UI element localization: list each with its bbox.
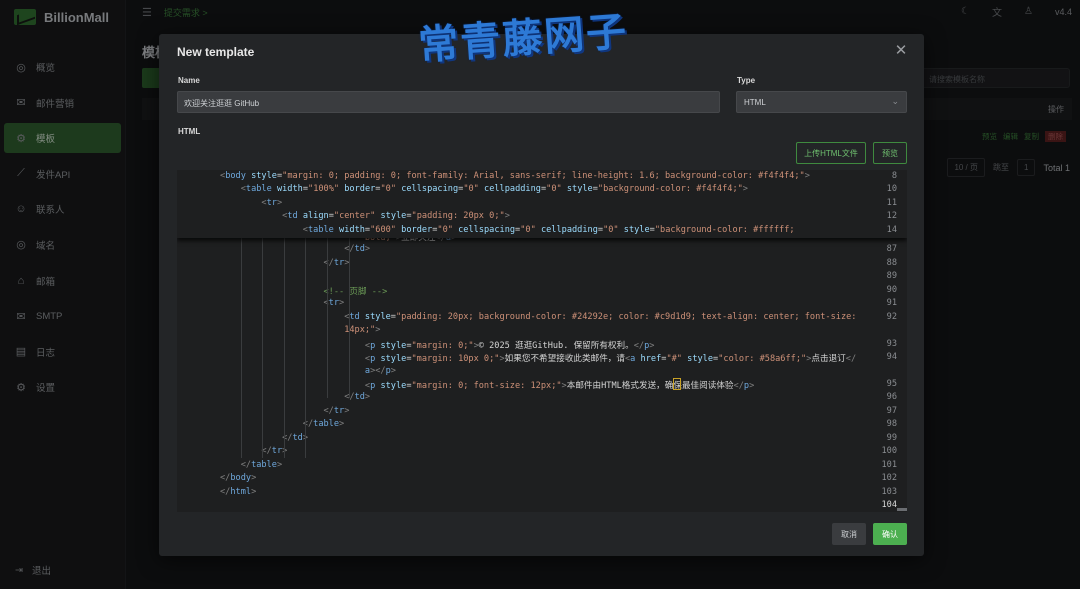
line-number: 89 (886, 271, 897, 282)
editor-scrollbar[interactable] (897, 508, 907, 511)
line-number: 11 (886, 197, 897, 208)
name-label: Name (178, 76, 200, 85)
code-line[interactable]: </td> (220, 433, 308, 443)
indent-guide (327, 238, 328, 398)
line-number: 99 (886, 432, 897, 443)
line-number: 87 (886, 244, 897, 255)
preview-button[interactable]: 预览 (873, 142, 907, 164)
code-line[interactable]: </html> (220, 487, 256, 497)
line-number: 8 (891, 171, 897, 181)
upload-html-button[interactable]: 上传HTML文件 (796, 142, 866, 164)
line-number: 12 (886, 211, 897, 222)
sticky-code-line[interactable]: <table width="100%" border="0" cellspaci… (220, 184, 748, 194)
line-number: 95 (886, 378, 897, 389)
line-number: 92 (886, 311, 897, 322)
line-number: 97 (886, 405, 897, 416)
line-number: 98 (886, 419, 897, 430)
line-number: 91 (886, 298, 897, 309)
code-line[interactable]: <tr> (220, 298, 344, 308)
line-number: 100 (881, 446, 897, 457)
code-line[interactable]: 14px;"> (220, 325, 380, 335)
line-number: 88 (886, 257, 897, 268)
line-number: 96 (886, 392, 897, 403)
sticky-code-line[interactable]: <tr> (220, 198, 282, 208)
line-number: 90 (886, 284, 897, 295)
indent-guide (241, 238, 242, 458)
line-number: 14 (886, 224, 897, 235)
indent-guide (284, 238, 285, 458)
type-label: Type (737, 76, 756, 85)
html-label: HTML (178, 127, 201, 136)
html-code-editor[interactable]: bold;">立即关注</a>87 </td>88 </tr>8990 <!--… (177, 170, 907, 512)
indent-guide (349, 238, 350, 398)
text-cursor (673, 378, 681, 390)
code-line[interactable]: </body> (220, 473, 256, 483)
code-line[interactable]: </td> (220, 392, 370, 402)
type-select[interactable]: HTML ⌄ (736, 91, 907, 113)
code-line[interactable]: <!-- 页脚 --> (220, 285, 387, 297)
code-line[interactable]: </table> (220, 419, 344, 429)
line-number: 10 (886, 184, 897, 195)
code-line[interactable]: </table> (220, 460, 282, 470)
indent-guide (262, 238, 263, 458)
dialog-title: New template (177, 45, 255, 59)
code-line[interactable]: <td style="padding: 20px; background-col… (220, 312, 856, 322)
code-line[interactable]: </td> (220, 244, 370, 254)
sticky-scroll-header[interactable]: 8 <body style="margin: 0; padding: 0; fon… (177, 170, 907, 238)
line-number: 94 (886, 352, 897, 363)
name-input[interactable]: 欢迎关注逛逛 GitHub (177, 91, 720, 113)
indent-guide (305, 238, 306, 458)
close-icon[interactable]: ✕ (894, 43, 908, 58)
line-number: 101 (881, 459, 897, 470)
type-select-value: HTML (744, 98, 766, 107)
code-line[interactable]: </tr> (220, 446, 287, 456)
line-number: 93 (886, 338, 897, 349)
chevron-down-icon: ⌄ (891, 96, 899, 106)
cancel-button[interactable]: 取消 (832, 523, 866, 545)
line-number: 103 (881, 486, 897, 497)
sticky-code-line[interactable]: <table width="600" border="0" cellspacin… (220, 225, 795, 235)
confirm-button[interactable]: 确认 (873, 523, 907, 545)
code-line[interactable]: <p style="margin: 10px 0;">如果您不希望接收此类邮件，… (220, 352, 856, 364)
code-line[interactable]: <p style="margin: 0;">© 2025 逛逛GitHub. 保… (220, 339, 655, 351)
line-number: 102 (881, 473, 897, 484)
new-template-dialog: New template ✕ Name 欢迎关注逛逛 GitHub Type H… (159, 34, 924, 556)
sticky-code-line[interactable]: <td align="center" style="padding: 20px … (220, 211, 510, 221)
line-number: 104 (881, 500, 897, 510)
sticky-code-line[interactable]: <body style="margin: 0; padding: 0; font… (220, 171, 810, 181)
code-line[interactable]: a></p> (220, 366, 396, 376)
